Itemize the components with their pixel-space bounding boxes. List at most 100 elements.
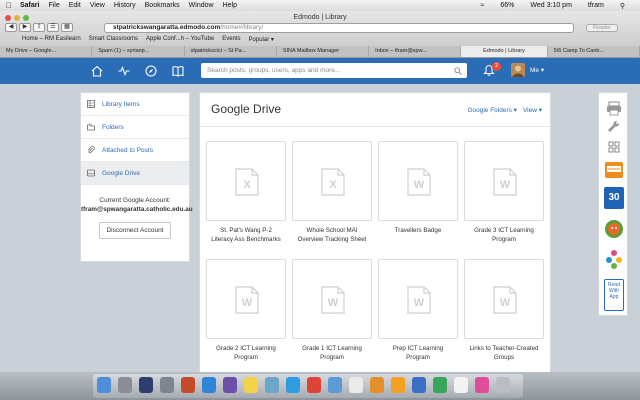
home-icon[interactable] <box>91 65 103 77</box>
share-button[interactable]: ⇧ <box>33 23 45 32</box>
read-write-app-icon[interactable]: Read With App <box>604 279 624 311</box>
mail-icon[interactable] <box>328 377 342 393</box>
pages-icon[interactable] <box>391 377 405 393</box>
file-name[interactable]: Links to Teacher-Created Groups <box>464 344 544 362</box>
photos-icon[interactable] <box>370 377 384 393</box>
music-icon[interactable] <box>181 377 195 393</box>
file-thumbnail[interactable]: W <box>464 259 544 339</box>
storyboard-app-icon[interactable] <box>604 248 624 270</box>
file-name[interactable]: Prep ICT Learning Program <box>378 344 458 362</box>
notes-icon[interactable] <box>244 377 258 393</box>
wifi-icon[interactable]: ≈ <box>481 2 485 9</box>
file-thumbnail[interactable]: W <box>206 259 286 339</box>
file-tile[interactable]: X Whole School MAI Overview Tracking Shee… <box>292 141 372 251</box>
file-tile[interactable]: W Travellers Badge <box>378 141 458 251</box>
mission-control-icon[interactable] <box>139 377 153 393</box>
wrench-icon[interactable] <box>604 118 624 136</box>
apps-grid-icon[interactable] <box>604 138 624 156</box>
file-tile[interactable]: X St. Pat's Wang P-2 Literacy Ass Benchma… <box>206 141 286 251</box>
safari-icon[interactable] <box>286 377 300 393</box>
file-name[interactable]: Grade 3 ICT Learning Program <box>464 226 544 244</box>
browser-tab[interactable]: 5/6 Camp To Canb... <box>547 46 640 57</box>
bookmarks-button[interactable]: ☰ <box>47 23 59 32</box>
menu-view[interactable]: View <box>90 2 105 9</box>
spotlight-icon[interactable]: ⚲ <box>620 2 625 10</box>
file-tile[interactable]: W Prep ICT Learning Program <box>378 259 458 369</box>
discover-compass-icon[interactable] <box>145 65 157 77</box>
user-name[interactable]: tfram <box>588 2 604 9</box>
menu-bookmarks[interactable]: Bookmarks <box>145 2 180 9</box>
calendar-app-icon[interactable]: 30 <box>604 187 624 209</box>
file-name[interactable]: Grade 2 ICT Learning Program <box>206 344 286 362</box>
numbers-icon[interactable] <box>433 377 447 393</box>
file-thumbnail[interactable]: W <box>378 259 458 339</box>
textedit-icon[interactable] <box>349 377 363 393</box>
back-button[interactable]: ◀ <box>5 23 17 32</box>
browser-tab[interactable]: Inbox – tfram@spw... <box>369 46 462 57</box>
sidebar-item-google-drive[interactable]: Google Drive <box>81 162 189 185</box>
file-tile[interactable]: W Grade 3 ICT Learning Program <box>464 141 544 251</box>
bookmark-item[interactable]: Popular ▾ <box>249 36 274 43</box>
battery-percent[interactable]: 66% <box>500 2 514 9</box>
library-book-icon[interactable] <box>172 65 184 77</box>
class-dojo-app-icon[interactable] <box>604 218 624 240</box>
avatar[interactable] <box>511 63 525 77</box>
search-input[interactable]: Search posts, groups, users, apps and mo… <box>201 63 467 78</box>
menu-help[interactable]: Help <box>223 2 237 9</box>
browser-tab[interactable]: stpatrickscict – St Pa... <box>184 46 277 57</box>
app-store-icon[interactable] <box>202 377 216 393</box>
view-dropdown[interactable]: View ▾ <box>523 106 542 114</box>
system-prefs-icon[interactable] <box>160 377 174 393</box>
file-tile[interactable]: W Grade 2 ICT Learning Program <box>206 259 286 369</box>
browser-tab[interactable]: SINA Mailbox Manager <box>276 46 370 57</box>
bookmark-item[interactable]: Smart Classrooms <box>89 36 138 43</box>
bookmark-item[interactable]: Events <box>222 36 240 43</box>
app-menu[interactable]: Safari <box>20 2 39 9</box>
preview-icon[interactable] <box>265 377 279 393</box>
sidebar-item-attached-to-posts[interactable]: Attached to Posts <box>81 139 189 162</box>
browser-tab-active[interactable]: Edmodo | Library <box>461 46 548 57</box>
browser-tab[interactable]: My Drive – Google... <box>0 46 93 57</box>
menu-edit[interactable]: Edit <box>69 2 81 9</box>
quizlet-app-icon[interactable] <box>604 161 624 179</box>
menu-window[interactable]: Window <box>189 2 214 9</box>
sidebar-item-folders[interactable]: Folders <box>81 116 189 139</box>
forward-button[interactable]: ▶ <box>19 23 31 32</box>
apple-menu-icon[interactable]:  <box>6 1 12 10</box>
menu-history[interactable]: History <box>114 2 136 9</box>
google-folders-dropdown[interactable]: Google Folders ▾ <box>467 106 517 114</box>
itunes-icon[interactable] <box>475 377 489 393</box>
file-thumbnail[interactable]: W <box>292 259 372 339</box>
me-menu[interactable]: Me ▾ <box>530 66 544 74</box>
printer-icon[interactable] <box>604 99 624 117</box>
file-thumbnail[interactable]: W <box>464 141 544 221</box>
bookmark-item[interactable]: Home – RM Easilearn <box>22 36 81 43</box>
browser-tab[interactable]: Spam (1) – syrianp... <box>92 46 185 57</box>
file-thumbnail[interactable]: W <box>378 141 458 221</box>
topsites-button[interactable]: ▦ <box>61 23 73 32</box>
imovie-icon[interactable] <box>223 377 237 393</box>
finder-icon[interactable] <box>97 377 111 393</box>
bookmark-item[interactable]: Apple Conf...h – YouTube <box>146 36 214 43</box>
file-thumbnail[interactable]: X <box>292 141 372 221</box>
file-tile[interactable]: W Grade 1 ICT Learning Program <box>292 259 372 369</box>
sidebar-item-library-items[interactable]: Library Items <box>81 93 189 116</box>
reader-button[interactable]: Reader <box>586 24 618 32</box>
file-thumbnail[interactable]: X <box>206 141 286 221</box>
menu-file[interactable]: File <box>48 2 59 9</box>
chrome-icon[interactable] <box>307 377 321 393</box>
keynote-icon[interactable] <box>412 377 426 393</box>
file-name[interactable]: Grade 1 ICT Learning Program <box>292 344 372 362</box>
file-name[interactable]: St. Pat's Wang P-2 Literacy Ass Benchmar… <box>206 226 286 244</box>
trash-icon[interactable] <box>496 377 510 393</box>
address-bar[interactable]: stpatrickswangaratta.edmodo.com/home#/li… <box>104 23 574 33</box>
file-tile[interactable]: W Links to Teacher-Created Groups <box>464 259 544 369</box>
activity-icon[interactable] <box>118 65 130 77</box>
launchpad-icon[interactable] <box>118 377 132 393</box>
file-name[interactable]: Whole School MAI Overview Tracking Sheet <box>292 226 372 244</box>
search-icon[interactable] <box>454 67 462 75</box>
disconnect-account-button[interactable]: Disconnect Account <box>99 222 171 239</box>
calendar-icon[interactable] <box>454 377 468 393</box>
file-name[interactable]: Travellers Badge <box>378 226 458 235</box>
clock[interactable]: Wed 3:10 pm <box>530 2 572 9</box>
